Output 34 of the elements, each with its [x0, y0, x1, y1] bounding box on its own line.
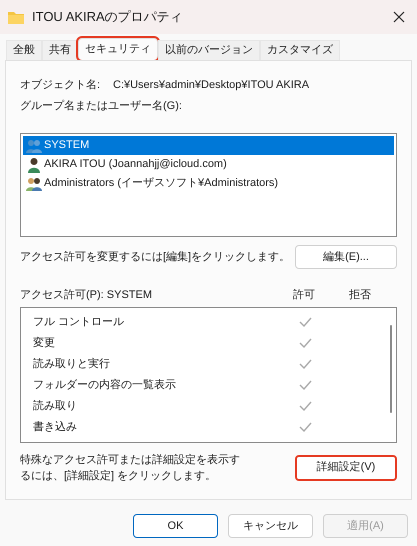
- permission-name: 書き込み: [33, 420, 78, 435]
- users-label: グループ名またはユーザー名(G):: [20, 98, 182, 114]
- user-icon: [26, 156, 42, 172]
- permission-name: フル コントロール: [33, 314, 126, 330]
- user-list-item[interactable]: AKIRA ITOU (Joannahjj@icloud.com): [23, 155, 394, 174]
- dialog-button[interactable]: OK: [133, 514, 218, 538]
- close-icon[interactable]: [393, 11, 405, 23]
- tab[interactable]: カスタマイズ: [260, 40, 340, 60]
- permission-name: 変更: [33, 336, 56, 351]
- edit-button[interactable]: 編集(E)...: [295, 245, 397, 269]
- user-group-icon: [26, 138, 42, 154]
- user-group-icon: [26, 176, 42, 192]
- dialog-button[interactable]: キャンセル: [228, 514, 313, 538]
- tab[interactable]: セキュリティ: [78, 38, 158, 60]
- tab[interactable]: 共有: [42, 40, 78, 60]
- advanced-button[interactable]: 詳細設定(V): [295, 454, 397, 480]
- edit-hint: アクセス許可を変更するには[編集]をクリックします。: [20, 250, 290, 265]
- permission-name: 読み取り: [33, 398, 78, 414]
- advanced-hint: 特殊なアクセス許可または詳細設定を表示するには、[詳細設定] をクリックします。: [20, 452, 241, 484]
- tab[interactable]: 全般: [6, 40, 42, 60]
- users-list[interactable]: SYSTEM AKIRA ITOU (Joannahjj@icloud.com) Administrators (イーザスソフト¥Administrators): [20, 133, 397, 237]
- allow-column-header: 許可: [292, 288, 316, 303]
- object-path: C:¥Users¥admin¥Desktop¥ITOU AKIRA: [113, 78, 310, 93]
- folder-icon: [8, 10, 24, 24]
- tab[interactable]: 以前のバージョン: [158, 40, 260, 60]
- window-title: ITOU AKIRAのプロパティ: [32, 8, 184, 26]
- permission-name: フォルダーの内容の一覧表示: [33, 378, 177, 393]
- deny-column-header: 拒否: [348, 288, 372, 303]
- scrollbar-thumb[interactable]: [390, 324, 392, 412]
- user-list-item[interactable]: Administrators (イーザスソフト¥Administrators): [23, 174, 394, 193]
- user-list-item[interactable]: SYSTEM: [23, 136, 394, 155]
- permissions-label: アクセス許可(P): SYSTEM: [20, 288, 154, 303]
- object-name-label: オブジェクト名:: [20, 78, 102, 93]
- permission-name: 読み取りと実行: [33, 356, 111, 372]
